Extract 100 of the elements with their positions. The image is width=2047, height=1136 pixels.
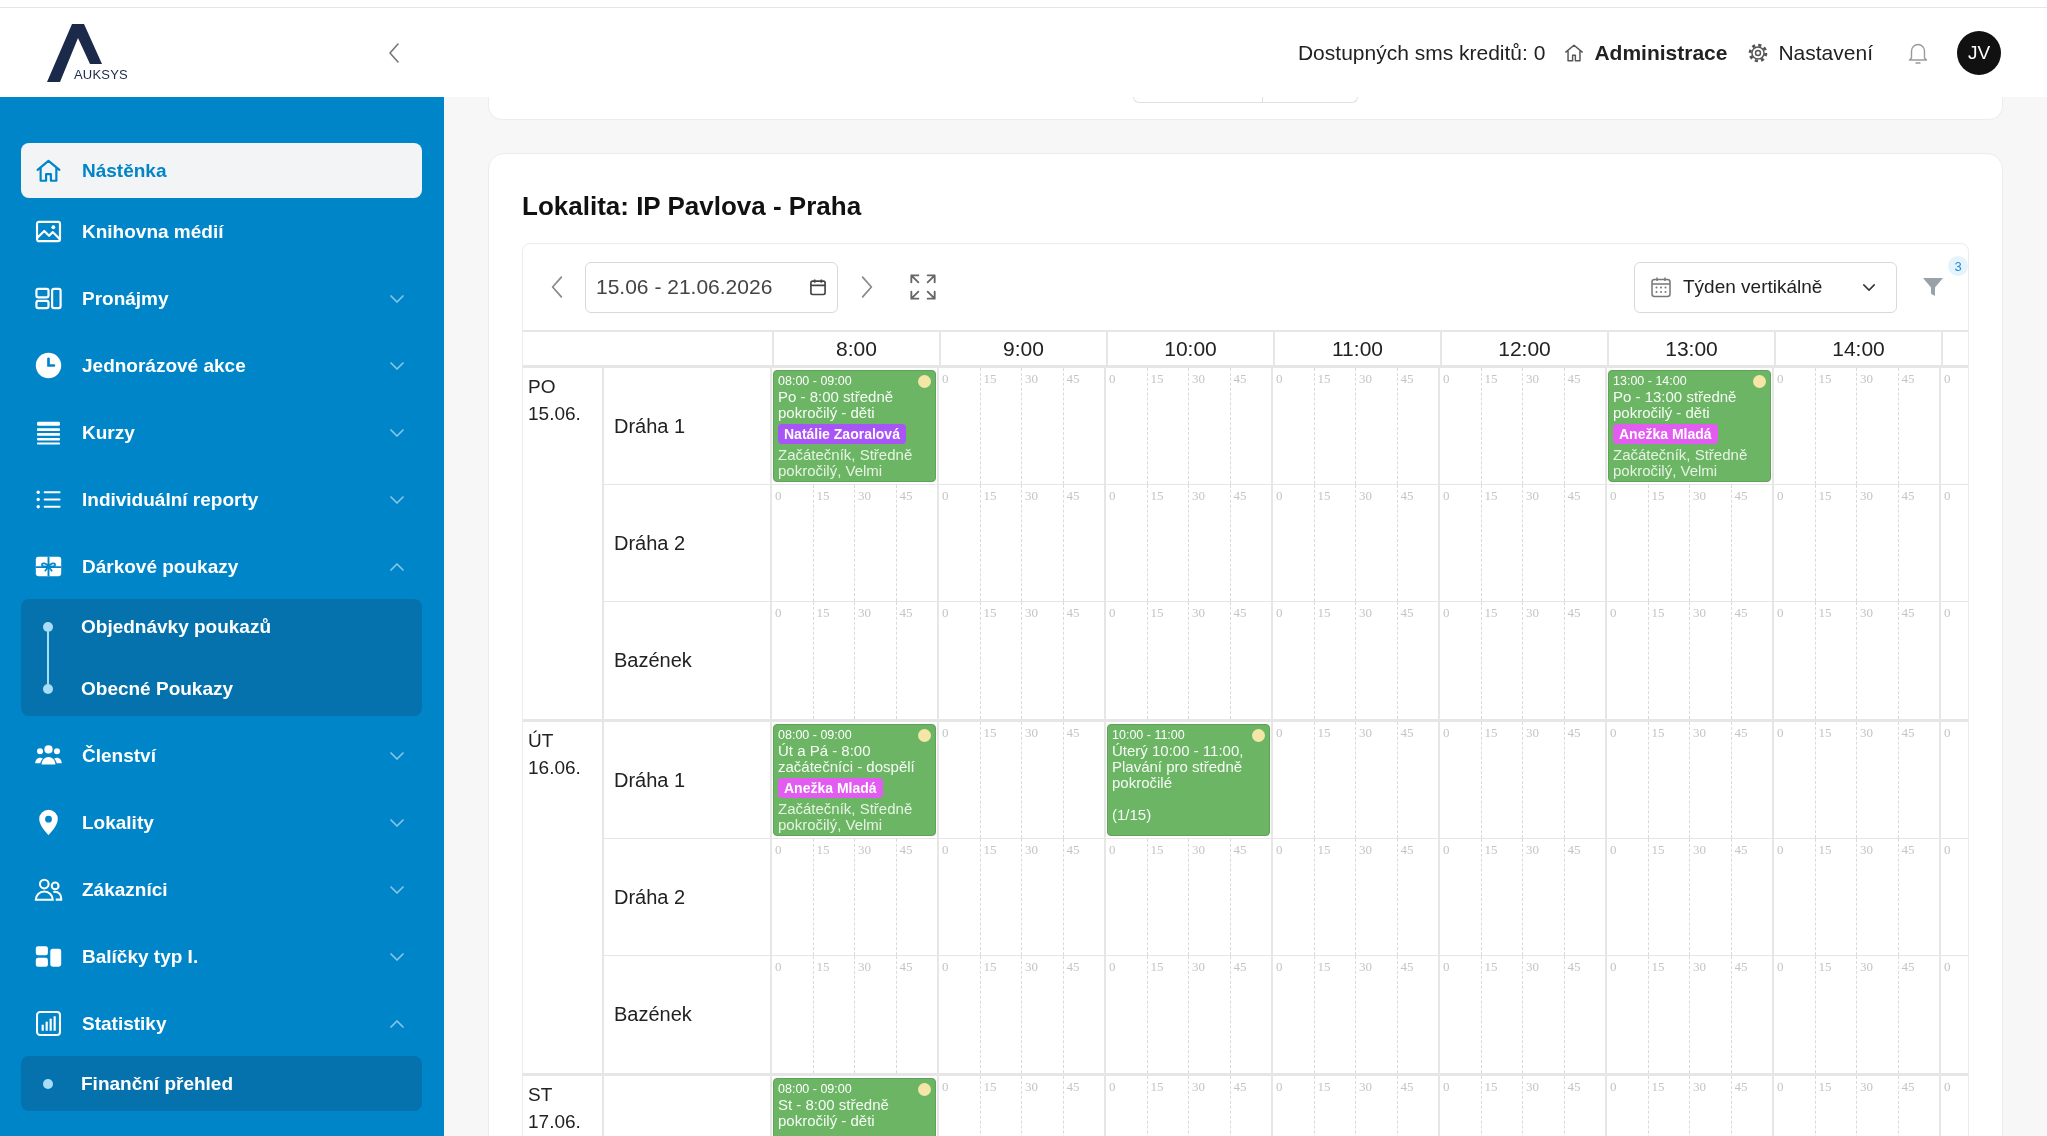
minute-mark: 15 bbox=[1317, 606, 1331, 620]
minute-mark: 30 bbox=[1860, 960, 1873, 974]
event-time: 08:00 - 09:00 bbox=[778, 1081, 852, 1097]
minute-mark: 30 bbox=[1526, 960, 1539, 974]
minute-mark: 0 bbox=[1610, 843, 1617, 857]
minute-mark: 45 bbox=[1400, 1080, 1414, 1094]
minute-mark: 30 bbox=[1192, 843, 1205, 857]
filter-button[interactable] bbox=[1921, 275, 1945, 299]
minute-mark: 30 bbox=[1526, 726, 1539, 740]
collapse-sidebar-button[interactable] bbox=[388, 41, 400, 64]
sidebar-item[interactable]: Balíčky typ I. bbox=[21, 929, 422, 984]
minute-mark: 0 bbox=[1276, 843, 1283, 857]
minute-mark: 45 bbox=[1066, 489, 1080, 503]
event-card[interactable]: 13:00 - 14:00 Po - 13:00 středně pokročilý - děti Anežka Mladá Začátečník, Středně pokročilý, Velmi bbox=[1608, 370, 1771, 482]
minute-mark: 0 bbox=[1443, 372, 1450, 386]
event-levels: Začátečník, Středně pokročilý, Velmi bbox=[778, 447, 914, 479]
lane-label: Bazének bbox=[614, 649, 692, 672]
minute-mark: 45 bbox=[1567, 1080, 1581, 1094]
minute-mark: 15 bbox=[1651, 489, 1665, 503]
event-card[interactable]: 08:00 - 09:00 Út a Pá - 8:00 začátečníci - dospělí Anežka Mladá Začátečník, Středně pokročilý, Velmi bbox=[773, 724, 936, 836]
minute-mark: 0 bbox=[1443, 726, 1450, 740]
minute-mark: 0 bbox=[942, 606, 949, 620]
view-dropdown[interactable]: Týden vertikálně bbox=[1634, 261, 1897, 313]
lane-label: Dráha 1 bbox=[614, 768, 686, 792]
hour-label: 14:00 bbox=[1832, 335, 1885, 362]
minute-mark: 30 bbox=[858, 606, 871, 620]
minute-mark: 15 bbox=[1818, 489, 1832, 503]
minute-mark: 15 bbox=[1317, 726, 1331, 740]
fullscreen-button[interactable] bbox=[909, 273, 937, 301]
minute-mark: 30 bbox=[1693, 726, 1706, 740]
minute-mark: 0 bbox=[1944, 1080, 1951, 1094]
event-title: Po - 8:00 středně pokročilý - děti bbox=[778, 389, 895, 421]
sidebar-item[interactable]: Jednorázové akce bbox=[21, 338, 422, 393]
minute-mark: 15 bbox=[1317, 1080, 1331, 1094]
minute-mark: 15 bbox=[816, 960, 830, 974]
minute-mark: 45 bbox=[1400, 372, 1414, 386]
sms-credits-text: Dostupných sms kreditů: 0 bbox=[1297, 40, 1546, 65]
minute-mark: 30 bbox=[1526, 1080, 1539, 1094]
filter-count-badge: 3 bbox=[1948, 256, 1968, 276]
lane-label: Dráha 2 bbox=[614, 531, 686, 555]
date-label: 17.06. bbox=[528, 1110, 581, 1134]
sidebar-item[interactable]: Lokality bbox=[21, 795, 422, 850]
minute-mark: 0 bbox=[1443, 843, 1450, 857]
minute-mark: 15 bbox=[1484, 843, 1498, 857]
sidebar-item[interactable]: Členství bbox=[21, 728, 422, 783]
bar-chart-icon bbox=[34, 1009, 63, 1038]
sidebar-item[interactable]: Kurzy bbox=[21, 405, 422, 460]
event-card[interactable]: 08:00 - 09:00 Po - 8:00 středně pokročilý - děti Natálie Zaoralová Začátečník, Středně pokročilý, Velmi bbox=[773, 370, 936, 482]
header-link[interactable]: Administrace bbox=[1563, 40, 1728, 65]
minute-mark: 45 bbox=[1066, 606, 1080, 620]
minute-mark: 30 bbox=[1025, 843, 1038, 857]
sidebar-item[interactable]: Statistiky bbox=[21, 996, 422, 1051]
sidebar-item[interactable]: Zákazníci bbox=[21, 862, 422, 917]
minute-mark: 45 bbox=[1066, 372, 1080, 386]
minute-mark: 15 bbox=[1317, 372, 1331, 386]
minute-mark: 15 bbox=[1150, 843, 1164, 857]
minute-mark: 15 bbox=[1818, 960, 1832, 974]
minute-mark: 30 bbox=[1192, 1080, 1205, 1094]
user-avatar[interactable]: JV bbox=[1957, 30, 2001, 75]
event-title: Úterý 10:00 - 11:00, Plavání pro středně pokročilé bbox=[1112, 743, 1245, 791]
minute-mark: 30 bbox=[1860, 606, 1873, 620]
date-range-field[interactable]: 15.06 - 21.06.2026 bbox=[585, 261, 838, 313]
submenu-item[interactable]: Obecné Poukazy bbox=[21, 661, 422, 716]
minute-mark: 30 bbox=[1192, 489, 1205, 503]
calendar-icon bbox=[1649, 275, 1673, 299]
minute-mark: 0 bbox=[1944, 843, 1951, 857]
minute-mark: 0 bbox=[1777, 726, 1784, 740]
minute-mark: 45 bbox=[1734, 843, 1748, 857]
header-link[interactable]: Nastavení bbox=[1747, 40, 1873, 65]
logo-text: AUKSYS bbox=[74, 66, 128, 82]
minute-mark: 0 bbox=[1777, 1080, 1784, 1094]
minute-mark: 0 bbox=[775, 843, 782, 857]
event-card[interactable]: 08:00 - 09:00 St - 8:00 středně pokročilý - děti bbox=[773, 1078, 936, 1136]
event-time: 08:00 - 09:00 bbox=[778, 727, 852, 743]
filter-icon bbox=[1921, 275, 1945, 299]
sidebar-item[interactable]: Individuální reporty bbox=[21, 472, 422, 527]
minute-mark: 45 bbox=[1066, 960, 1080, 974]
minute-mark: 30 bbox=[1359, 960, 1372, 974]
bullet-dot-icon bbox=[43, 683, 53, 694]
minute-mark: 30 bbox=[858, 960, 871, 974]
minute-mark: 0 bbox=[1443, 1080, 1450, 1094]
event-card[interactable]: 10:00 - 11:00 Úterý 10:00 - 11:00, Plavání pro středně pokročilé (1/15) bbox=[1107, 724, 1270, 836]
sidebar-item[interactable]: Knihovna médií bbox=[21, 204, 422, 259]
sidebar-item[interactable]: Nástěnka bbox=[21, 143, 422, 198]
lane-label: Dráha 2 bbox=[614, 885, 686, 909]
minute-mark: 30 bbox=[1025, 606, 1038, 620]
bullet-dot-icon bbox=[43, 621, 53, 632]
minute-mark: 45 bbox=[1567, 372, 1581, 386]
minute-mark: 0 bbox=[942, 372, 949, 386]
sidebar-item[interactable]: Dárkové poukazy bbox=[21, 539, 422, 594]
sidebar-item[interactable]: Pronájmy bbox=[21, 271, 422, 326]
previous-week-button[interactable] bbox=[550, 275, 564, 299]
minute-mark: 15 bbox=[1484, 489, 1498, 503]
minute-mark: 30 bbox=[1860, 1080, 1873, 1094]
event-levels: Začátečník, Středně pokročilý, Velmi bbox=[1613, 447, 1749, 479]
instructor-badge: Anežka Mladá bbox=[778, 778, 883, 798]
minute-mark: 0 bbox=[1610, 1080, 1617, 1094]
next-week-button[interactable] bbox=[860, 275, 874, 299]
submenu-item[interactable]: Finanční přehled bbox=[21, 1056, 422, 1111]
lane-label: Dráha 1 bbox=[614, 414, 686, 438]
